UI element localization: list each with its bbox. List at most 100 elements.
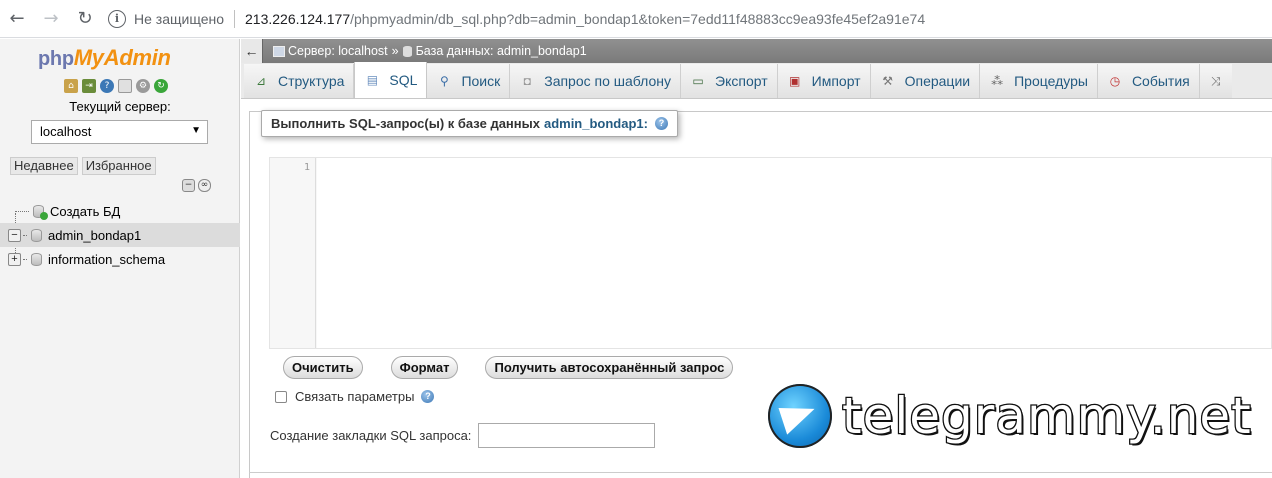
bookmark-input[interactable] <box>478 423 656 448</box>
expand-icon[interactable]: + <box>8 252 21 266</box>
search-icon: ⚲ <box>440 74 449 88</box>
tab-label: SQL <box>389 72 418 88</box>
database-icon <box>31 228 42 242</box>
watermark: telegrammy.net <box>768 384 1252 448</box>
current-server-label: Текущий сервер: <box>69 99 171 114</box>
bind-parameters-label[interactable]: Связать параметры <box>295 389 414 404</box>
editor-button-row: Очистить Формат Получить автосохранённый… <box>283 356 734 379</box>
clock-icon: ◷ <box>1109 74 1121 88</box>
new-database-icon <box>33 204 48 220</box>
bookmark-label: Создание закладки SQL запроса: <box>270 428 472 443</box>
logout-icon[interactable]: ⇥ <box>82 79 96 93</box>
legend-db-name: admin_bondap1: <box>543 116 648 131</box>
settings-icon[interactable]: ⚙ <box>136 79 150 93</box>
browser-address-bar: ← → ↻ i Не защищено 213.226.124.177/phpm… <box>0 0 1272 38</box>
help-icon[interactable]: ? <box>654 117 668 130</box>
clear-button[interactable]: Очистить <box>283 356 363 379</box>
tree-item-label: Создать БД <box>50 203 121 219</box>
line-number: 1 <box>303 162 310 173</box>
tab-label: Операции <box>904 73 971 89</box>
bind-parameters-row: Связать параметры ? <box>275 389 435 404</box>
help-icon[interactable]: ? <box>421 390 435 403</box>
help-icon[interactable]: ? <box>100 79 114 93</box>
favorites-tab[interactable]: Избранное <box>81 157 156 175</box>
tree-item-label: admin_bondap1 <box>48 227 142 243</box>
info-icon[interactable]: i <box>108 9 126 28</box>
tree-tools: − ∞ <box>182 179 211 192</box>
tab-label: Запрос по шаблону <box>544 73 672 89</box>
refresh-icon[interactable]: ↻ <box>154 79 168 93</box>
reload-icon[interactable]: ↻ <box>68 0 102 38</box>
tab-routines[interactable]: ⁂ Процедуры <box>980 64 1098 98</box>
tab-structure[interactable]: ⊿ Структура <box>244 64 355 98</box>
telegram-logo-icon <box>768 384 832 448</box>
phpmyadmin-logo[interactable]: phpMyAdmin <box>38 45 171 71</box>
quick-icons: ⌂ ⇥ ? ⚙ ↻ <box>64 79 168 93</box>
back-arrow-icon[interactable]: ← <box>241 39 263 63</box>
routines-icon: ⁂ <box>991 74 1004 88</box>
bind-parameters-checkbox[interactable] <box>275 390 287 403</box>
tab-label: Структура <box>278 73 345 89</box>
sql-icon: ▤ <box>366 73 379 87</box>
recent-favorites-tabs: Недавнее Избранное <box>10 157 156 175</box>
sql-editor[interactable]: 1 <box>269 157 1272 349</box>
forward-arrow-icon[interactable]: → <box>34 0 68 38</box>
recent-tab[interactable]: Недавнее <box>10 157 78 175</box>
wrench-icon: ⚒ <box>882 74 893 88</box>
breadcrumb-separator: » <box>391 44 399 58</box>
url-host: 213.226.124.177 <box>245 10 351 27</box>
top-tabs: ⊿ Структура ▤ SQL ⚲ Поиск ◘ Запрос по ша… <box>241 62 1272 99</box>
chevron-down-icon: ▼ <box>191 125 201 136</box>
import-icon: ▣ <box>788 74 801 88</box>
database-icon <box>402 45 412 57</box>
database-icon <box>31 252 42 266</box>
tree-item-information-schema[interactable]: + information_schema <box>0 247 240 271</box>
tab-label: Поиск <box>461 73 501 89</box>
tree-item-label: information_schema <box>48 251 166 267</box>
tab-operations[interactable]: ⚒ Операции <box>870 64 981 98</box>
triggers-icon: ⤨ <box>1210 74 1221 88</box>
docs-icon[interactable] <box>118 79 132 93</box>
sql-query-legend: Выполнить SQL-запрос(ы) к базе данных ad… <box>261 110 678 137</box>
sql-textarea[interactable] <box>317 158 1271 348</box>
tab-export[interactable]: ▭ Экспорт <box>681 64 778 98</box>
legend-text: Выполнить SQL-запрос(ы) к базе данных <box>271 116 540 131</box>
query-icon: ◘ <box>523 74 531 88</box>
link-icon[interactable]: ∞ <box>198 179 211 192</box>
tab-label: События <box>1131 73 1190 89</box>
tab-label: Импорт <box>811 73 861 89</box>
server-select[interactable]: localhost ▼ <box>31 120 208 144</box>
breadcrumb-server[interactable]: Сервер: localhost <box>288 44 388 58</box>
tab-import[interactable]: ▣ Импорт <box>777 64 871 98</box>
server-select-value: localhost <box>40 124 92 139</box>
tab-sql[interactable]: ▤ SQL <box>354 62 428 98</box>
watermark-text: telegrammy.net <box>841 386 1252 447</box>
tab-events[interactable]: ◷ События <box>1097 64 1200 98</box>
back-arrow-icon[interactable]: ← <box>0 0 34 38</box>
url-path: /phpmyadmin/db_sql.php?db=admin_bondap1&… <box>350 10 926 27</box>
tree-item-admin-bondap1[interactable]: − admin_bondap1 <box>0 223 240 247</box>
collapse-all-icon[interactable]: − <box>182 179 195 192</box>
tab-label: Процедуры <box>1014 73 1088 89</box>
tab-more[interactable]: ⤨ <box>1199 64 1232 98</box>
collapse-icon[interactable]: − <box>8 228 21 242</box>
divider <box>249 472 1272 473</box>
breadcrumb: ← Сервер: localhost » База данных: admin… <box>241 39 1272 63</box>
database-tree: Создать БД − admin_bondap1 + information… <box>0 199 240 271</box>
server-icon <box>273 45 285 57</box>
format-button[interactable]: Формат <box>390 356 459 379</box>
line-number-gutter: 1 <box>270 158 316 348</box>
tree-item-create-db[interactable]: Создать БД <box>0 199 240 223</box>
breadcrumb-database[interactable]: База данных: admin_bondap1 <box>416 44 587 58</box>
structure-icon: ⊿ <box>255 74 267 88</box>
export-icon: ▭ <box>692 74 704 88</box>
security-label[interactable]: Не защищено <box>134 11 224 27</box>
url-field[interactable]: 213.226.124.177/phpmyadmin/db_sql.php?db… <box>245 11 925 27</box>
bookmark-row: Создание закладки SQL запроса: <box>270 423 656 448</box>
home-icon[interactable]: ⌂ <box>64 79 78 93</box>
get-autosaved-query-button[interactable]: Получить автосохранённый запрос <box>485 356 734 379</box>
tab-label: Экспорт <box>715 73 768 89</box>
navigation-panel: phpMyAdmin ⌂ ⇥ ? ⚙ ↻ Текущий сервер: loc… <box>0 39 240 478</box>
tab-query[interactable]: ◘ Запрос по шаблону <box>510 64 682 98</box>
tab-search[interactable]: ⚲ Поиск <box>427 64 511 98</box>
